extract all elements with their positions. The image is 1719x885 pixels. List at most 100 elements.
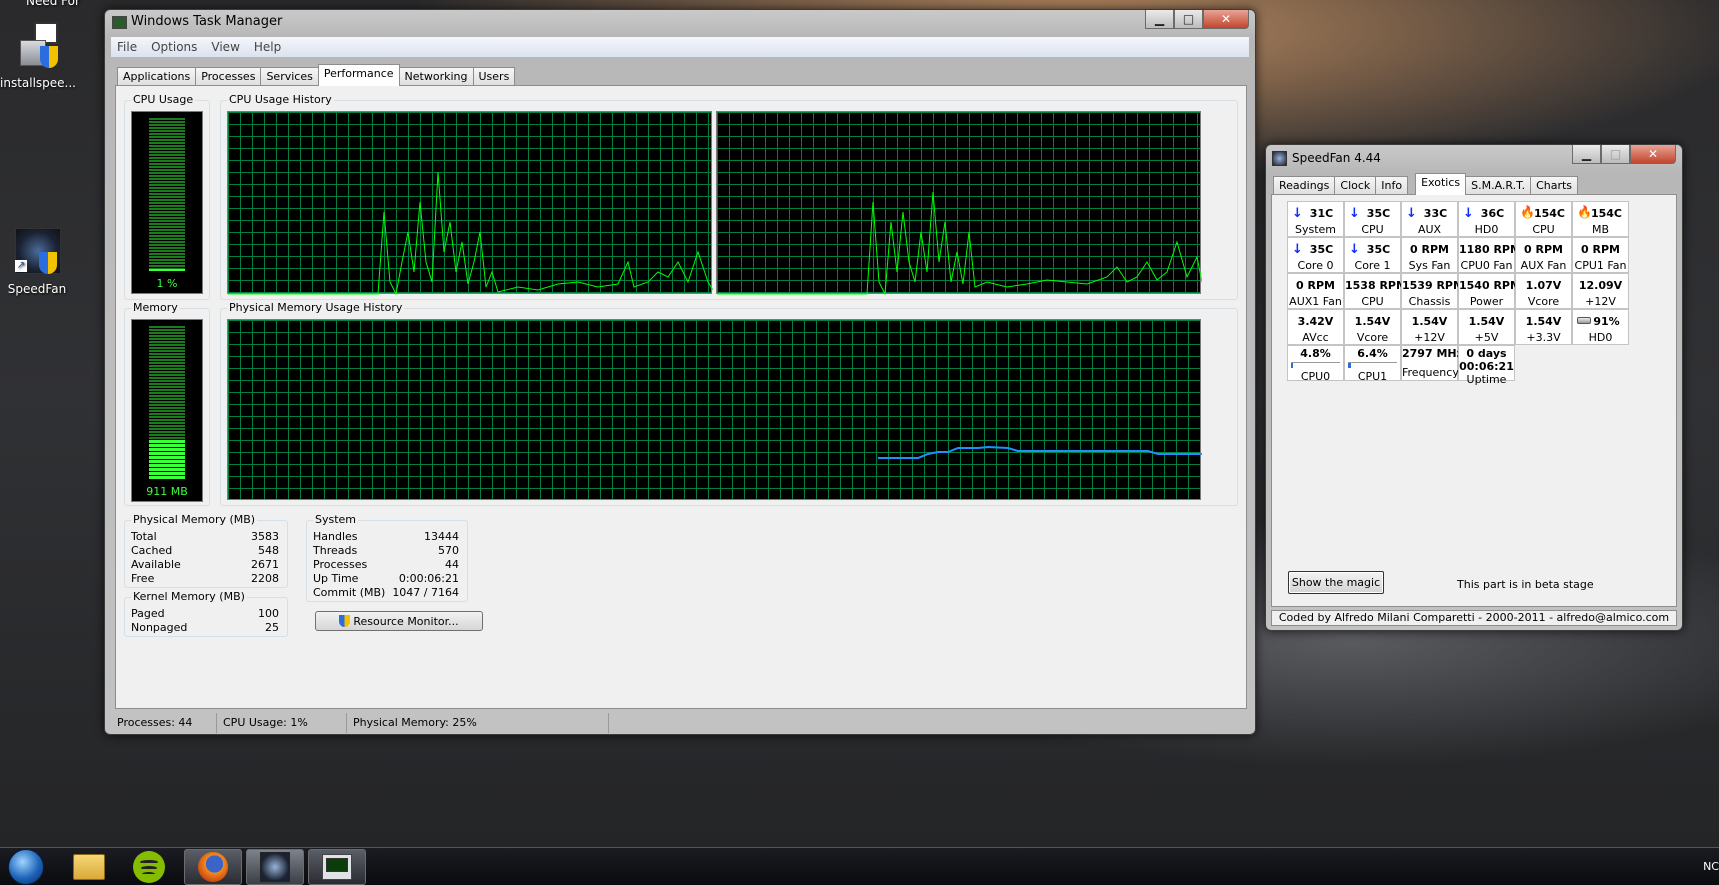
start-button[interactable] (0, 849, 52, 885)
speedfan-footer: Coded by Alfredo Milani Comparetti - 200… (1271, 610, 1677, 626)
reading-cell: 1538 RPM CPU (1344, 273, 1407, 309)
maximize-button[interactable]: □ (1601, 145, 1630, 164)
reading-value: 1.54V (1354, 315, 1391, 328)
cpu-usage-group: CPU Usage 1 % (124, 93, 210, 300)
exotics-grid: ↓ 31C System ↓ 35C CPU ↓ 33C AUX ↓ 36C HD0 🔥 154C CPU 🔥… (1272, 195, 1678, 445)
cpu-usage-title: CPU Usage (131, 93, 196, 106)
window-title: SpeedFan 4.44 (1292, 151, 1381, 165)
tab-readings[interactable]: Readings (1273, 176, 1336, 195)
desktop-icon-installspeedfan[interactable]: installspee... (0, 22, 78, 90)
reading-name: HD0 (1588, 331, 1613, 344)
tab-performance[interactable]: Performance (317, 64, 400, 86)
reading-name: AVcc (1302, 331, 1329, 344)
down-arrow-icon: ↓ (1292, 206, 1303, 221)
status-cpu-usage: CPU Usage: 1% (217, 713, 347, 733)
minimize-button[interactable]: ▁ (1145, 10, 1174, 29)
reading-value: 1.54V (1525, 315, 1562, 328)
taskbar-explorer[interactable] (60, 849, 118, 885)
close-button[interactable]: ✕ (1630, 145, 1676, 164)
tab-charts[interactable]: Charts (1530, 176, 1579, 195)
down-arrow-icon: ↓ (1406, 206, 1417, 221)
tab-info[interactable]: Info (1375, 176, 1409, 195)
memory-history-graph (227, 319, 1202, 500)
desktop-partial-label: Need For (26, 0, 80, 8)
usage-bar (1291, 362, 1340, 368)
reading-name: Chassis (1408, 295, 1451, 308)
tab-services[interactable]: Services (260, 67, 319, 86)
menu-view[interactable]: View (211, 40, 239, 54)
taskbar-task-manager[interactable] (308, 849, 366, 885)
taskbar-firefox[interactable] (184, 849, 242, 885)
tab-processes[interactable]: Processes (195, 67, 262, 86)
taskbar-spotify[interactable] (120, 849, 178, 885)
memory-history-group: Physical Memory Usage History (220, 301, 1238, 506)
reading-value-secondary: 00:06:21 (1459, 360, 1514, 373)
tab-applications[interactable]: Applications (117, 67, 197, 86)
reading-value: 1.07V (1525, 279, 1562, 292)
desktop-icon-speedfan[interactable]: ↗ SpeedFan (0, 228, 77, 296)
shield-icon (339, 615, 351, 627)
reading-value: 4.8% (1300, 347, 1331, 360)
reading-cell: 0 RPM AUX Fan (1515, 237, 1572, 273)
cpu-history-graph-core0 (227, 111, 713, 295)
kernel-memory-title: Kernel Memory (MB) (131, 590, 247, 603)
resource-monitor-button[interactable]: Resource Monitor... (315, 611, 483, 631)
tab-clock[interactable]: Clock (1334, 176, 1377, 195)
reading-cell: 1180 RPM CPU0 Fan (1458, 237, 1521, 273)
reading-value: 1538 RPM (1345, 279, 1407, 292)
reading-value: 2797 MHz (1402, 347, 1463, 360)
stat-row-threads: Threads 570 (313, 544, 459, 557)
reading-cell: 2797 MHz Frequency (1401, 345, 1463, 381)
reading-name: Core 1 (1354, 259, 1391, 272)
reading-name: Sys Fan (1408, 259, 1451, 272)
memory-history-line (878, 445, 1202, 459)
desktop-icon-label: SpeedFan (7, 282, 67, 296)
reading-name: CPU0 Fan (1460, 259, 1513, 272)
reading-name: Core 0 (1297, 259, 1334, 272)
reading-value: 6.4% (1357, 347, 1388, 360)
speedfan-tab-strip: Readings Clock Info Exotics S.M.A.R.T. C… (1273, 173, 1579, 195)
reading-cell: 0 RPM CPU1 Fan (1572, 237, 1629, 273)
maximize-button[interactable]: □ (1174, 10, 1203, 29)
status-physical-memory: Physical Memory: 25% (347, 713, 609, 733)
menu-bar: File Options View Help (111, 37, 1249, 57)
cpu-history-graph-core1 (716, 111, 1202, 295)
stat-row-handles: Handles 13444 (313, 530, 459, 543)
physical-memory-title: Physical Memory (MB) (131, 513, 258, 526)
close-button[interactable]: ✕ (1203, 10, 1249, 29)
tab-networking[interactable]: Networking (398, 67, 474, 86)
minimize-button[interactable]: ▁ (1572, 145, 1601, 164)
reading-name: Vcore (1527, 295, 1560, 308)
reading-cell: 1.07V Vcore (1515, 273, 1572, 309)
memory-meter: 911 MB (131, 319, 203, 502)
firefox-icon (198, 852, 228, 882)
reading-value: 0 RPM (1296, 279, 1335, 292)
speedfan-window: SpeedFan 4.44 ▁ □ ✕ Readings Clock Info … (1265, 144, 1683, 631)
menu-file[interactable]: File (117, 40, 137, 54)
flame-icon: 🔥 (1520, 205, 1535, 219)
taskbar-speedfan[interactable] (246, 849, 304, 885)
show-magic-button[interactable]: Show the magic (1288, 571, 1384, 594)
stat-row-paged: Paged 100 (131, 607, 279, 620)
reading-name: Power (1469, 295, 1504, 308)
reading-cell: ↓ 35C CPU (1344, 201, 1401, 237)
reading-name: CPU (1361, 295, 1384, 308)
reading-name: Uptime (1466, 373, 1507, 386)
tab-smart[interactable]: S.M.A.R.T. (1465, 176, 1532, 195)
reading-value: 1180 RPM (1459, 243, 1521, 256)
reading-cell: 1539 RPM Chassis (1401, 273, 1464, 309)
menu-options[interactable]: Options (151, 40, 197, 54)
reading-value: 1.54V (1468, 315, 1505, 328)
task-manager-app-icon (112, 16, 127, 29)
usage-bar (1348, 362, 1397, 368)
reading-value: 12.09V (1578, 279, 1623, 292)
system-title: System (313, 513, 359, 526)
reading-cell: 1.54V +3.3V (1515, 309, 1572, 345)
task-manager-window: Windows Task Manager ▁ □ ✕ File Options … (104, 9, 1256, 735)
reading-cell: 🔥 154C CPU (1515, 201, 1572, 237)
show-magic-label: Show the magic (1291, 576, 1381, 589)
tab-users[interactable]: Users (472, 67, 516, 86)
menu-help[interactable]: Help (254, 40, 281, 54)
down-arrow-icon: ↓ (1349, 206, 1360, 221)
tab-exotics[interactable]: Exotics (1415, 173, 1467, 195)
